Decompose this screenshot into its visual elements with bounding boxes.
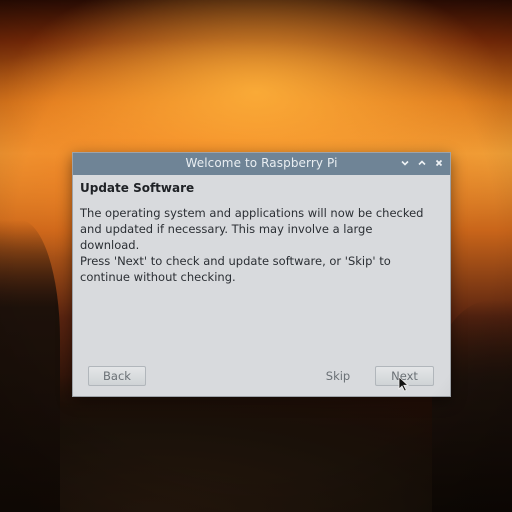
wallpaper-tree-left	[0, 220, 60, 512]
instruction-text: Press 'Next' to check and update softwar…	[80, 254, 391, 284]
welcome-dialog: Welcome to Raspberry Pi Update Software …	[72, 152, 451, 397]
back-button[interactable]: Back	[88, 366, 146, 386]
dialog-title: Welcome to Raspberry Pi	[185, 156, 338, 170]
dialog-content: Update Software The operating system and…	[80, 175, 443, 396]
mouse-pointer-icon	[398, 376, 410, 392]
description-text: The operating system and applications wi…	[80, 206, 424, 252]
skip-button[interactable]: Skip	[307, 366, 369, 386]
page-heading: Update Software	[80, 181, 195, 195]
chevron-up-icon[interactable]	[415, 156, 429, 170]
dialog-titlebar[interactable]: Welcome to Raspberry Pi	[73, 153, 450, 175]
chevron-down-icon[interactable]	[398, 156, 412, 170]
close-icon[interactable]	[432, 156, 446, 170]
